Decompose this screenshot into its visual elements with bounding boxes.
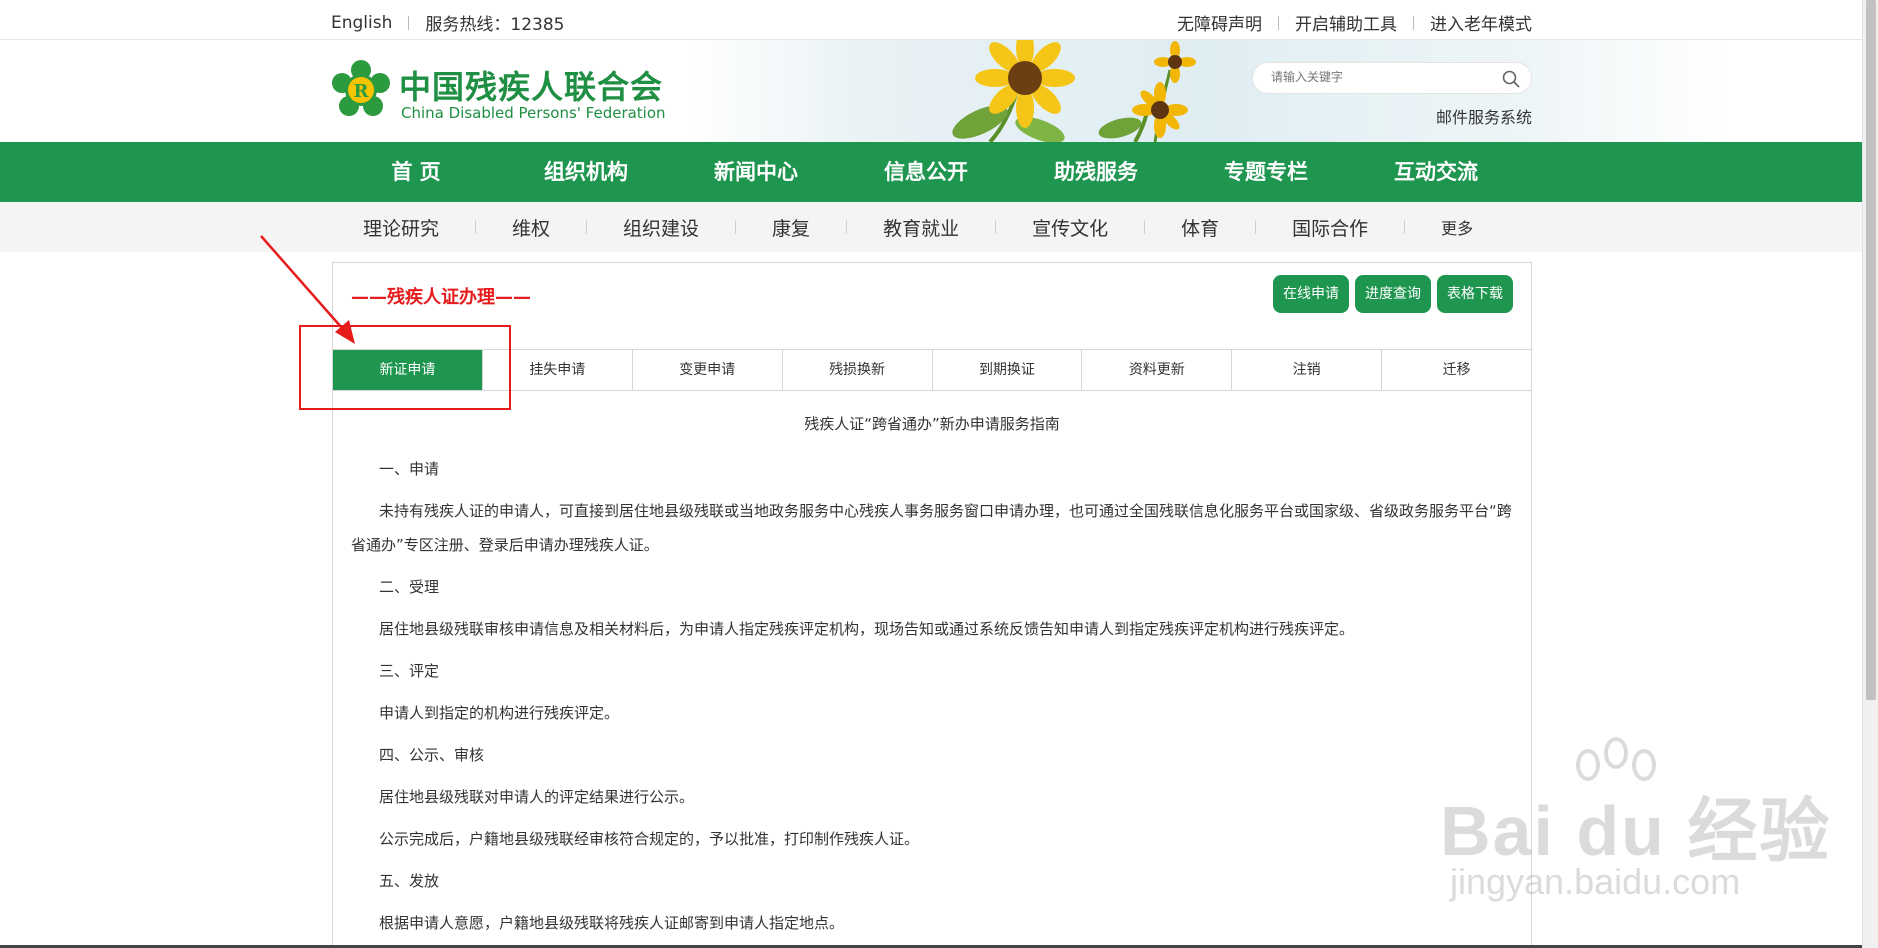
divider [1278, 15, 1279, 30]
tab-cancellation[interactable]: 注销 [1232, 350, 1383, 390]
paragraph: 公示完成后，户籍地县级残联经审核符合规定的，予以批准，打印制作残疾人证。 [379, 830, 920, 848]
top-right-links: 无障碍声明 开启辅助工具 进入老年模式 [1177, 10, 1532, 35]
elder-mode-link[interactable]: 进入老年模式 [1430, 10, 1532, 35]
top-utility-bar: English 服务热线：12385 无障碍声明 开启辅助工具 进入老年模式 [0, 0, 1862, 40]
section-heading: 二、受理 [379, 578, 440, 596]
paragraph: 未持有残疾人证的申请人，可直接到居住地县级残联或当地政务服务中心残疾人事务服务窗… [351, 502, 1512, 554]
service-guide-article: 残疾人证“跨省通办”新办申请服务指南 一、申请 未持有残疾人证的申请人，可直接到… [351, 413, 1513, 948]
divider [735, 220, 737, 234]
paragraph: 根据申请人意愿，户籍地县级残联将残疾人证邮寄到申请人指定地点。 [379, 914, 845, 932]
divider [586, 220, 588, 234]
article-title: 残疾人证“跨省通办”新办申请服务指南 [804, 415, 1060, 433]
paragraph: 申请人到指定的机构进行残疾评定。 [379, 704, 620, 722]
search-input[interactable] [1271, 70, 1491, 84]
progress-query-button[interactable]: 进度查询 [1355, 275, 1431, 313]
section-heading: 三、评定 [379, 662, 440, 680]
divider [846, 220, 848, 234]
section-heading: 四、公示、审核 [379, 746, 485, 764]
paragraph: 居住地县级残联对申请人的评定结果进行公示。 [379, 788, 695, 806]
top-left-links: English 服务热线：12385 [331, 10, 565, 36]
subnav-item-international[interactable]: 国际合作 [1292, 214, 1368, 241]
subnav-item-more[interactable]: 更多 [1441, 215, 1473, 239]
nav-item-news[interactable]: 新闻中心 [671, 142, 841, 202]
nav-item-info-disclosure[interactable]: 信息公开 [841, 142, 1011, 202]
subnav-item-theory[interactable]: 理论研究 [363, 214, 439, 241]
baidu-jingyan-watermark: Bai du 经验 jingyan.baidu.com [1440, 735, 1829, 925]
english-link[interactable]: English [331, 13, 392, 33]
divider [475, 220, 477, 234]
tab-damaged-replacement[interactable]: 残损换新 [783, 350, 933, 390]
logo-english-name: China Disabled Persons' Federation [401, 104, 666, 122]
cdpf-emblem-icon: R [332, 60, 390, 116]
paragraph: 居住地县级残联审核申请信息及相关材料后，为申请人指定残疾评定机构，现场告知或通过… [379, 620, 1355, 638]
nav-item-interaction[interactable]: 互动交流 [1351, 142, 1521, 202]
svg-text:R: R [354, 81, 370, 102]
search-icon[interactable] [1501, 69, 1521, 89]
mail-service-link[interactable]: 邮件服务系统 [1436, 104, 1532, 128]
site-header: R 中国残疾人联合会 China Disabled Persons' Feder… [0, 40, 1862, 142]
subnav-item-culture[interactable]: 宣传文化 [1032, 214, 1108, 241]
watermark-url-text: jingyan.baidu.com [1450, 861, 1741, 902]
assist-tools-link[interactable]: 开启辅助工具 [1295, 10, 1397, 35]
divider [1404, 220, 1406, 234]
tab-change-application[interactable]: 变更申请 [633, 350, 783, 390]
sunflower-banner-image [690, 40, 1730, 142]
subnav-item-rehab[interactable]: 康复 [772, 214, 810, 241]
divider [408, 15, 410, 30]
hotline-text: 服务热线：12385 [425, 15, 565, 35]
accessibility-statement-link[interactable]: 无障碍声明 [1177, 10, 1262, 35]
main-navigation: 首 页 组织机构 新闻中心 信息公开 助残服务 专题专栏 互动交流 [0, 142, 1862, 202]
service-tabs: 新证申请 挂失申请 变更申请 残损换新 到期换证 资料更新 注销 迁移 [333, 349, 1531, 391]
online-apply-button[interactable]: 在线申请 [1273, 275, 1349, 313]
nav-item-home[interactable]: 首 页 [331, 142, 501, 202]
nav-item-topics[interactable]: 专题专栏 [1181, 142, 1351, 202]
search-box [1252, 62, 1532, 94]
annotation-arrow-icon [260, 235, 355, 344]
scrollbar-thumb[interactable] [1866, 0, 1876, 700]
section-heading: 五、发放 [379, 872, 440, 890]
tab-info-update[interactable]: 资料更新 [1082, 350, 1233, 390]
subnav-item-org-building[interactable]: 组织建设 [623, 214, 699, 241]
divider [1255, 220, 1257, 234]
vertical-scrollbar[interactable] [1862, 0, 1878, 948]
nav-item-services[interactable]: 助残服务 [1011, 142, 1181, 202]
logo-chinese-name: 中国残疾人联合会 [399, 68, 664, 106]
subnav-item-education[interactable]: 教育就业 [883, 214, 959, 241]
panel-action-buttons: 在线申请 进度查询 表格下载 [1273, 275, 1513, 313]
certificate-service-panel: ——残疾人证办理—— 在线申请 进度查询 表格下载 新证申请 挂失申请 变更申请… [332, 262, 1532, 948]
form-download-button[interactable]: 表格下载 [1437, 275, 1513, 313]
nav-item-organization[interactable]: 组织机构 [501, 142, 671, 202]
subnav-item-sports[interactable]: 体育 [1181, 214, 1219, 241]
divider [995, 220, 997, 234]
panel-title: ——残疾人证办理—— [351, 287, 531, 308]
section-heading: 一、申请 [379, 460, 440, 478]
site-logo[interactable]: R 中国残疾人联合会 China Disabled Persons' Feder… [331, 60, 666, 124]
divider [1413, 15, 1414, 30]
tab-expiry-renewal[interactable]: 到期换证 [933, 350, 1083, 390]
subnav-item-rights[interactable]: 维权 [512, 214, 550, 241]
tab-relocation[interactable]: 迁移 [1382, 350, 1531, 390]
divider [1144, 220, 1146, 234]
sunflower-illustration [952, 40, 1196, 142]
